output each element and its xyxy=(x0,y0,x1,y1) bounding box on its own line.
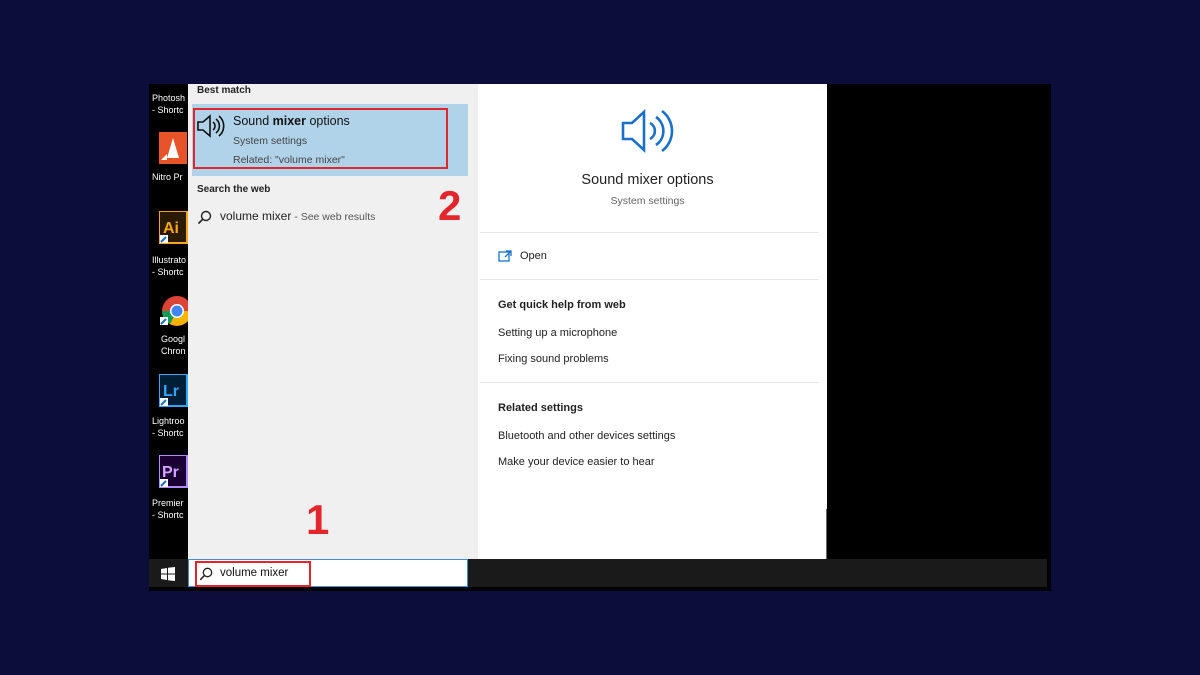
detail-pane: Sound mixer options System settings Open… xyxy=(468,84,827,559)
divider xyxy=(480,279,819,280)
desktop-icons: Photosh - Shortc Nitro Pr Ai Illustrato … xyxy=(149,84,189,559)
divider xyxy=(480,382,819,383)
highlight-box-best-match xyxy=(193,108,448,169)
related-link-ease-of-access[interactable]: Make your device easier to hear xyxy=(498,456,655,468)
desktop-icon-label: Googl xyxy=(161,334,186,344)
desktop-icon-label: Premier xyxy=(152,498,184,508)
lightroom-icon: Lr xyxy=(159,374,188,407)
search-results-pane: Best match Sound mixer options System se… xyxy=(188,84,468,559)
quick-help-link-microphone[interactable]: Setting up a microphone xyxy=(498,327,617,339)
detail-title: Sound mixer options xyxy=(581,172,714,188)
svg-text:Lr: Lr xyxy=(163,383,179,400)
quick-help-header: Get quick help from web xyxy=(498,299,626,311)
chrome-icon xyxy=(160,296,189,326)
desktop-icon-label: Chron xyxy=(161,346,186,356)
desktop-icon-label: - Shortc xyxy=(152,428,184,438)
detail-subtitle: System settings xyxy=(610,195,685,207)
desktop-icon-label: - Shortc xyxy=(152,105,184,115)
svg-text:Pr: Pr xyxy=(162,464,179,481)
divider xyxy=(480,232,819,233)
svg-text:Ai: Ai xyxy=(163,220,179,237)
windows-start-icon[interactable] xyxy=(161,567,175,581)
desktop-icon-label: Lightroo xyxy=(152,416,185,426)
nitro-icon xyxy=(159,132,187,164)
bottom-strip xyxy=(149,587,1051,591)
web-result-query: volume mixer xyxy=(220,209,292,223)
screenshot-frame: Photosh - Shortc Nitro Pr Ai Illustrato … xyxy=(149,84,1051,591)
open-icon xyxy=(498,250,512,262)
highlight-box-search xyxy=(195,561,311,587)
desktop-icon-label: Photosh xyxy=(152,93,186,103)
premiere-icon: Pr xyxy=(159,455,188,488)
best-match-header: Best match xyxy=(197,85,251,96)
step-number-two: 2 xyxy=(438,182,462,229)
related-settings-header: Related settings xyxy=(498,402,583,414)
search-icon xyxy=(197,210,212,225)
web-result-text: volume mixer - See web results xyxy=(220,209,375,223)
speaker-large-icon xyxy=(621,109,674,153)
related-link-bluetooth[interactable]: Bluetooth and other devices settings xyxy=(498,430,675,442)
open-label: Open xyxy=(520,250,547,262)
window-edge-line xyxy=(826,509,827,559)
desktop-icon-label: - Shortc xyxy=(152,510,184,520)
desktop-icon-label: - Shortc xyxy=(152,267,184,277)
search-web-header: Search the web xyxy=(197,184,271,195)
illustrator-icon: Ai xyxy=(159,211,188,244)
step-number-one: 1 xyxy=(306,496,330,543)
desktop-icon-label: Nitro Pr xyxy=(152,172,183,182)
desktop-icon-label: Illustrato xyxy=(152,255,187,265)
quick-help-link-sound[interactable]: Fixing sound problems xyxy=(498,353,609,365)
pane-gap xyxy=(468,84,478,559)
web-result-suffix: - See web results xyxy=(291,211,376,223)
